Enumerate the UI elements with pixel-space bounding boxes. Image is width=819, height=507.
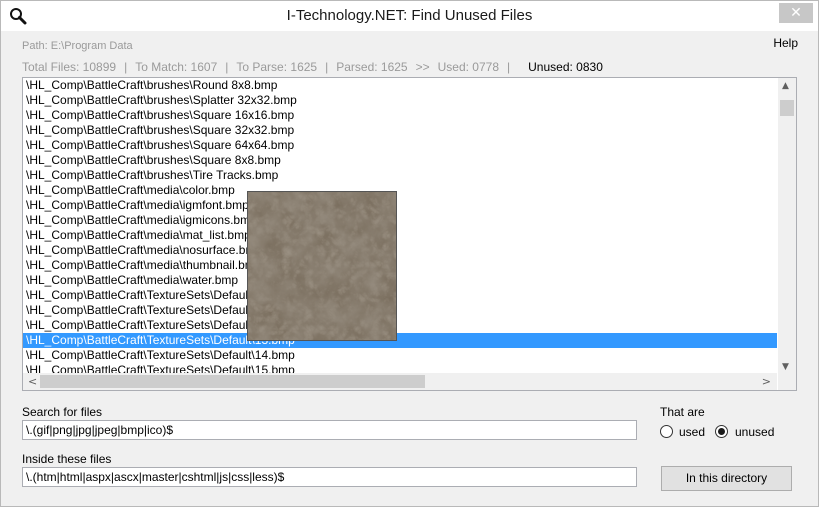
inside-files-label: Inside these files	[22, 452, 112, 466]
vertical-scrollbar[interactable]: ▲ ▼	[778, 78, 796, 374]
used-radio-label[interactable]: used	[679, 425, 705, 439]
scroll-right-icon[interactable]: >	[762, 375, 771, 388]
parsed-stat: Parsed: 1625	[336, 60, 408, 74]
texture-preview-image	[248, 192, 396, 340]
list-item[interactable]: \HL_Comp\BattleCraft\media\thumbnail.bmp	[23, 258, 777, 273]
search-files-label: Search for files	[22, 405, 103, 419]
list-item-selected[interactable]: \HL_Comp\BattleCraft\TextureSets\Default…	[23, 333, 777, 348]
image-preview	[247, 191, 397, 341]
horizontal-scroll-thumb[interactable]	[40, 375, 425, 388]
path-label: Path: E:\Program Data	[22, 40, 133, 52]
help-link[interactable]: Help	[773, 36, 798, 50]
total-files-stat: Total Files: 10899	[22, 60, 117, 74]
stat-separator: |	[124, 60, 128, 74]
stats-bar: Total Files: 10899 | To Match: 1607 | To Par…	[22, 60, 603, 74]
progress-arrow: >>	[415, 60, 430, 74]
inside-files-input[interactable]: \.(htm|html|aspx|ascx|master|cshtml|js|c…	[22, 467, 637, 487]
scroll-left-icon[interactable]: <	[28, 375, 37, 388]
list-item[interactable]: \HL_Comp\BattleCraft\TextureSets\Default…	[23, 348, 777, 363]
list-item[interactable]: \HL_Comp\BattleCraft\brushes\Square 8x8.…	[23, 153, 777, 168]
list-item[interactable]: \HL_Comp\BattleCraft\brushes\Square 64x6…	[23, 138, 777, 153]
window-title: I-Technology.NET: Find Unused Files	[286, 7, 533, 24]
stat-separator: |	[325, 60, 329, 74]
search-files-input[interactable]: \.(gif|png|jpg|jpeg|bmp|ico)$	[22, 420, 637, 440]
list-item[interactable]: \HL_Comp\BattleCraft\media\igmfont.bmp	[23, 198, 777, 213]
close-button[interactable]: ✕	[779, 3, 813, 23]
used-radio[interactable]	[660, 425, 673, 438]
unused-radio-label[interactable]: unused	[735, 425, 774, 439]
list-item[interactable]: \HL_Comp\BattleCraft\media\mat_list.bmp	[23, 228, 777, 243]
in-this-directory-button[interactable]: In this directory	[661, 466, 792, 491]
list-item[interactable]: \HL_Comp\BattleCraft\media\igmicons.bmp	[23, 213, 777, 228]
title-bar[interactable]: I-Technology.NET: Find Unused Files ✕	[1, 1, 818, 31]
scrollbar-corner	[778, 373, 796, 390]
unused-radio[interactable]	[715, 425, 728, 438]
scroll-up-icon[interactable]: ▲	[782, 81, 789, 91]
vertical-scroll-thumb[interactable]	[780, 100, 794, 116]
list-item[interactable]: \HL_Comp\BattleCraft\brushes\Round 8x8.b…	[23, 78, 777, 93]
horizontal-scrollbar[interactable]: < >	[23, 373, 777, 390]
list-item[interactable]: \HL_Comp\BattleCraft\brushes\Tire Tracks…	[23, 168, 777, 183]
to-parse-stat: To Parse: 1625	[236, 60, 318, 74]
stat-separator: |	[507, 60, 511, 74]
file-list-rows: \HL_Comp\BattleCraft\brushes\Round 8x8.b…	[23, 78, 777, 378]
app-window: I-Technology.NET: Find Unused Files ✕ He…	[0, 0, 819, 507]
list-item[interactable]: \HL_Comp\BattleCraft\media\color.bmp	[23, 183, 777, 198]
to-match-stat: To Match: 1607	[135, 60, 218, 74]
list-item[interactable]: \HL_Comp\BattleCraft\brushes\Square 32x3…	[23, 123, 777, 138]
list-item[interactable]: \HL_Comp\BattleCraft\TextureSets\Default…	[23, 288, 777, 303]
that-are-label: That are	[660, 405, 705, 419]
file-list[interactable]: \HL_Comp\BattleCraft\brushes\Round 8x8.b…	[22, 77, 797, 391]
list-item[interactable]: \HL_Comp\BattleCraft\media\nosurface.bmp	[23, 243, 777, 258]
list-item[interactable]: \HL_Comp\BattleCraft\brushes\Splatter 32…	[23, 93, 777, 108]
list-item[interactable]: \HL_Comp\BattleCraft\TextureSets\Default…	[23, 303, 777, 318]
unused-stat: Unused: 0830	[528, 60, 603, 74]
list-item[interactable]: \HL_Comp\BattleCraft\TextureSets\Default…	[23, 318, 777, 333]
list-item[interactable]: \HL_Comp\BattleCraft\brushes\Square 16x1…	[23, 108, 777, 123]
list-item[interactable]: \HL_Comp\BattleCraft\media\water.bmp	[23, 273, 777, 288]
stat-separator: |	[225, 60, 229, 74]
scroll-down-icon[interactable]: ▼	[782, 362, 789, 372]
used-stat: Used: 0778	[437, 60, 500, 74]
